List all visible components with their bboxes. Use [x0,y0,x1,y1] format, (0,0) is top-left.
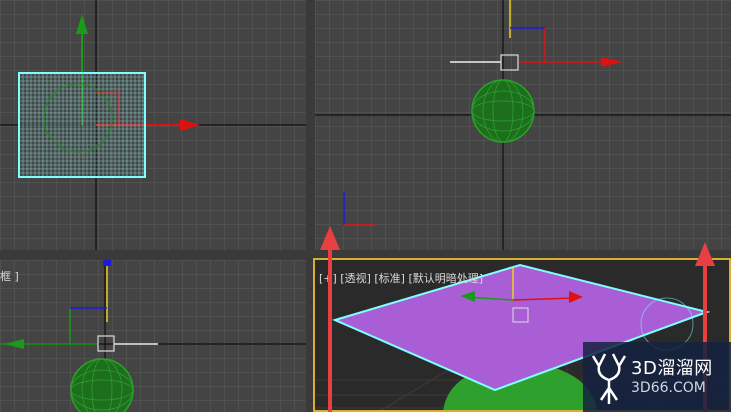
watermark: 3D溜溜网 3D66.COM [583,342,731,412]
watermark-url: 3D66.COM [631,380,706,396]
annotation-arrow-right [695,242,715,266]
annotation-arrow-left [320,226,340,250]
watermark-title: 3D溜溜网 [631,358,713,379]
deer-logo-icon [591,353,627,404]
max-viewport-layout: 框 ] [+] [透视] [标准] [默认明暗处理] 3D溜溜网 3D66.CO… [0,0,731,412]
